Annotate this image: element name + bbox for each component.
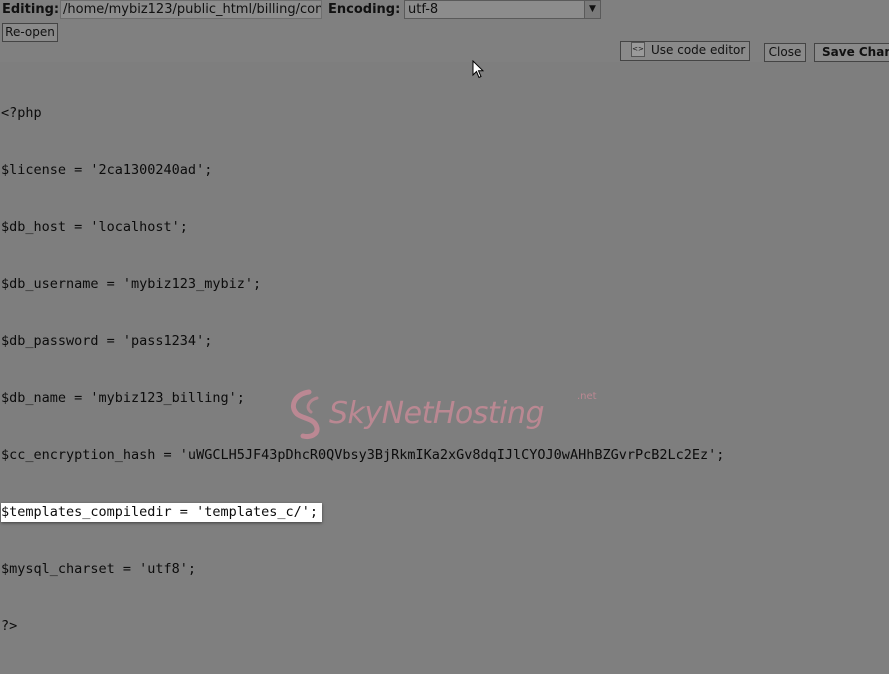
reopen-button[interactable]: Re-open xyxy=(2,23,58,42)
code-line: $db_password = 'pass1234'; xyxy=(1,333,213,349)
editor-toolbar: Editing: /home/mybiz123/public_html/bill… xyxy=(0,0,889,62)
watermark-logo: SkyNetHosting .net xyxy=(287,388,607,444)
code-line: $db_username = 'mybiz123_mybiz'; xyxy=(1,276,262,292)
use-code-editor-label: Use code editor xyxy=(651,43,746,57)
code-content: <?php $license = '2ca1300240ad'; $db_hos… xyxy=(1,66,724,674)
use-code-editor-button[interactable]: <> Use code editor xyxy=(620,41,750,61)
editing-label: Editing: xyxy=(2,2,60,17)
code-editor-icon: <> xyxy=(631,42,645,57)
swirl-logo-icon xyxy=(291,389,320,439)
mouse-cursor-icon xyxy=(472,60,484,79)
code-line: $cc_encryption_hash = 'uWGCLH5JF43pDhcR0… xyxy=(1,447,725,463)
highlighted-code-line: $templates_compiledir = 'templates_c/'; xyxy=(1,503,322,522)
save-changes-button[interactable]: Save Chan xyxy=(814,43,889,62)
encoding-select[interactable]: utf-8 ▼ xyxy=(404,0,601,19)
encoding-label: Encoding: xyxy=(328,2,401,17)
encoding-value: utf-8 xyxy=(408,2,439,17)
code-line: $mysql_charset = 'utf8'; xyxy=(1,561,197,577)
chevron-down-icon[interactable]: ▼ xyxy=(584,1,600,18)
code-line: $license = '2ca1300240ad'; xyxy=(1,162,213,178)
code-line: $db_host = 'localhost'; xyxy=(1,219,188,235)
code-line: ?> xyxy=(1,618,18,634)
close-button[interactable]: Close xyxy=(764,43,806,62)
code-line: <?php xyxy=(1,105,42,121)
watermark-suffix: .net xyxy=(577,391,597,402)
watermark-text: SkyNetHosting xyxy=(329,396,545,431)
file-path-field[interactable]: /home/mybiz123/public_html/billing/con xyxy=(60,0,322,19)
